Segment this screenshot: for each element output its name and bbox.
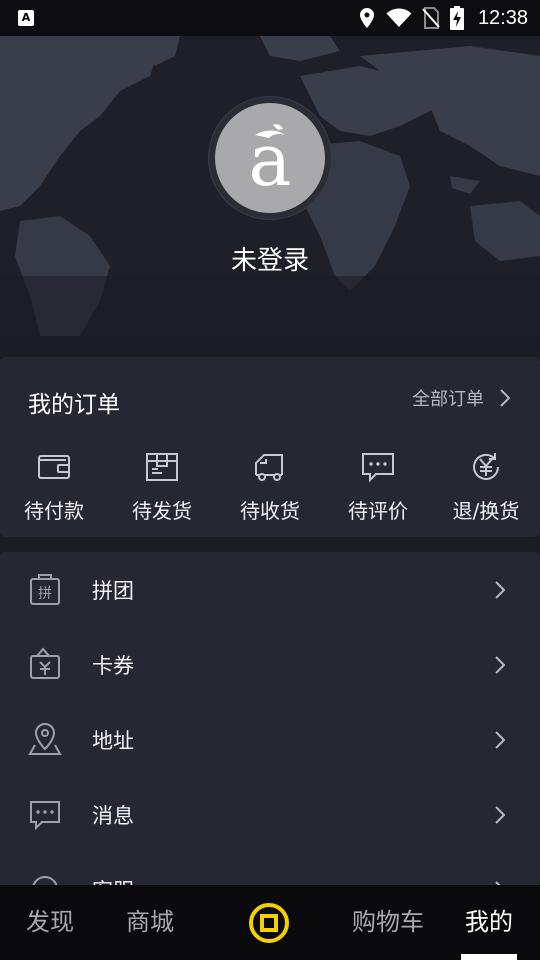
menu-item-group-buy[interactable]: 拼 拼团 bbox=[0, 552, 540, 627]
avatar-image: a bbox=[215, 103, 325, 213]
status-bar: A 12:38 bbox=[0, 0, 540, 36]
order-item-label: 待付款 bbox=[24, 499, 84, 523]
yuan-return-icon bbox=[473, 453, 499, 480]
svg-text:拼: 拼 bbox=[38, 586, 52, 602]
location-icon bbox=[358, 7, 376, 29]
order-pending-shipment[interactable]: 待发货 bbox=[108, 449, 216, 529]
order-item-label: 待评价 bbox=[348, 499, 408, 523]
nav-cart[interactable]: 购物车 bbox=[340, 885, 436, 960]
battery-charging-icon bbox=[449, 6, 464, 30]
no-sim-icon bbox=[422, 7, 440, 29]
chevron-right-icon bbox=[495, 806, 506, 824]
orders-title: 我的订单 bbox=[28, 392, 120, 418]
all-orders-label: 全部订单 bbox=[412, 389, 484, 410]
order-pending-payment[interactable]: 待付款 bbox=[0, 449, 108, 529]
truck-icon bbox=[255, 454, 283, 481]
menu-item-label: 卡券 bbox=[92, 653, 134, 678]
order-return-exchange[interactable]: 退/换货 bbox=[432, 449, 540, 529]
menu-item-messages[interactable]: 消息 bbox=[0, 777, 540, 852]
order-pending-receipt[interactable]: 待收货 bbox=[216, 449, 324, 529]
orders-card: 我的订单 全部订单 待付款 待发货 待收货 待评价 退/换货 bbox=[0, 357, 540, 537]
all-orders-link[interactable]: 全部订单 bbox=[412, 385, 510, 411]
wifi-icon bbox=[386, 8, 412, 28]
nav-mine[interactable]: 我的 bbox=[450, 885, 528, 960]
nav-discover[interactable]: 发现 bbox=[10, 885, 90, 960]
message-icon bbox=[30, 801, 60, 831]
comment-icon bbox=[362, 453, 394, 483]
chevron-right-icon bbox=[495, 731, 506, 749]
chevron-right-icon bbox=[495, 656, 506, 674]
order-pending-review[interactable]: 待评价 bbox=[324, 449, 432, 529]
wallet-icon bbox=[38, 455, 70, 479]
nav-active-indicator bbox=[461, 954, 517, 960]
coin-icon[interactable] bbox=[247, 901, 291, 945]
menu-item-address[interactable]: 地址 bbox=[0, 702, 540, 777]
brand-logo-icon: a bbox=[249, 118, 292, 202]
username-label[interactable]: 未登录 bbox=[0, 240, 540, 277]
package-icon bbox=[146, 453, 178, 481]
nav-mall[interactable]: 商城 bbox=[110, 885, 190, 960]
order-item-label: 待发货 bbox=[132, 499, 192, 523]
menu-item-label: 地址 bbox=[92, 728, 134, 753]
group-buy-icon: 拼 bbox=[30, 574, 60, 605]
order-item-label: 待收货 bbox=[240, 499, 300, 523]
menu-list: 拼 拼团 卡券 地址 消息 客服 bbox=[0, 552, 540, 892]
coupon-icon bbox=[30, 647, 60, 679]
app-notification-icon: A bbox=[18, 10, 34, 26]
menu-item-coupons[interactable]: 卡券 bbox=[0, 627, 540, 702]
order-item-label: 退/换货 bbox=[452, 499, 520, 523]
avatar[interactable]: a bbox=[209, 97, 331, 219]
chevron-right-icon bbox=[495, 581, 506, 599]
chevron-right-icon bbox=[500, 389, 510, 407]
clock-time: 12:38 bbox=[477, 6, 528, 29]
profile-header: a 未登录 bbox=[0, 36, 540, 336]
menu-item-label: 拼团 bbox=[92, 578, 134, 603]
address-pin-icon bbox=[28, 722, 62, 755]
menu-item-label: 消息 bbox=[92, 803, 134, 828]
